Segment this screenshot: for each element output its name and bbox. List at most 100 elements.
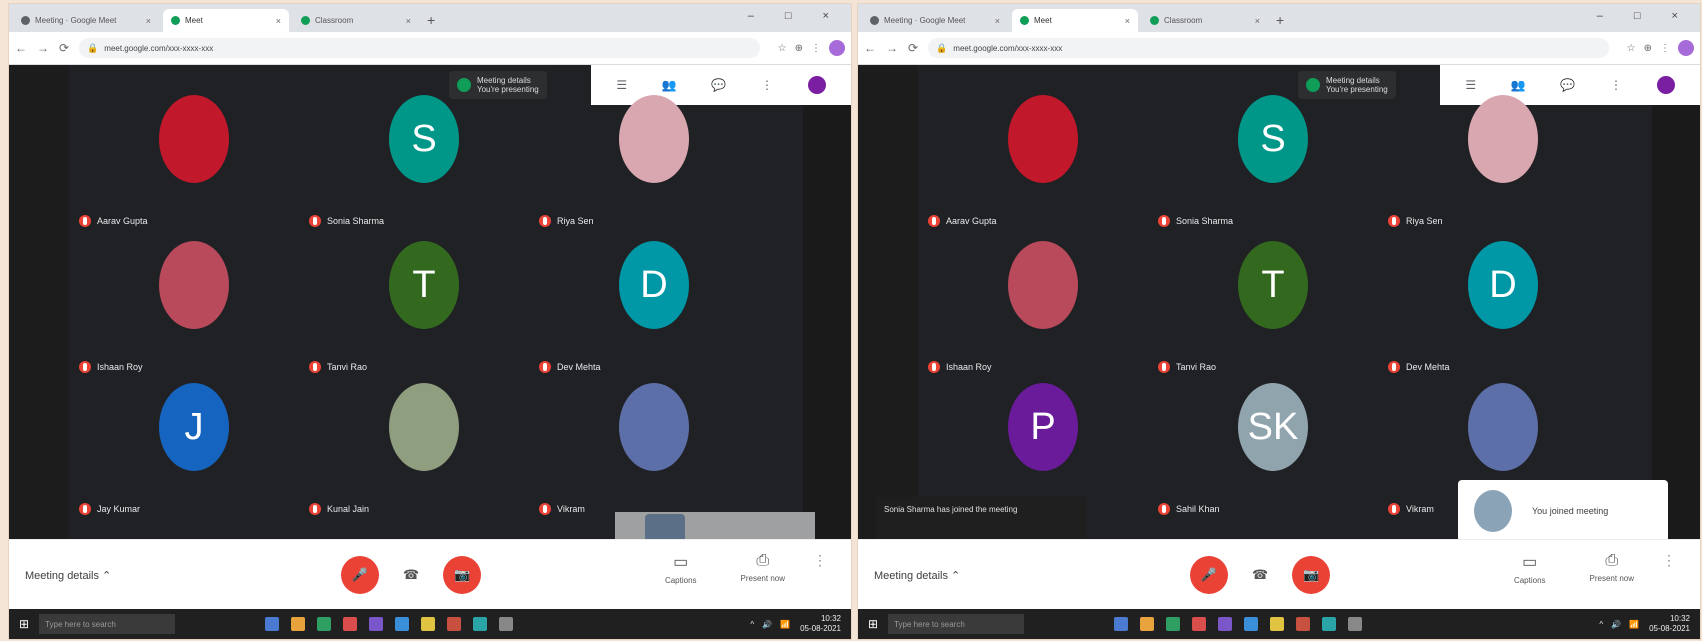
taskbar-app-icon[interactable] [291,617,306,631]
camera-toggle-button[interactable]: 📷 [1292,556,1331,594]
more-options-button[interactable]: ⋮ [1662,552,1676,569]
reload-icon[interactable]: ⟳ [908,41,918,55]
end-call-button[interactable]: ☎ [403,567,419,583]
tray-up-icon[interactable]: ^ [750,620,754,629]
captions-label: Captions [664,576,697,585]
forward-icon[interactable]: → [37,41,49,55]
present-button[interactable]: ⎙ Present now [741,552,785,583]
taskbar-app-icon[interactable] [1348,617,1363,631]
extensions-icon[interactable]: ⊕ [1644,43,1652,54]
bookmark-icon[interactable]: ☆ [1627,43,1636,54]
taskbar-app-icon[interactable] [1322,617,1337,631]
window-controls[interactable]: – □ × [748,10,843,22]
mic-toggle-button[interactable]: 🎤 [341,556,379,594]
close-icon[interactable]: × [266,16,281,26]
taskbar-app-icon[interactable] [317,617,332,631]
meeting-details-button[interactable]: Meeting details ⌃ [25,569,111,582]
participant-name: Sonia Sharma [327,216,385,226]
system-tray: ^ 🔊 📶 10:32 05-08-2021 [742,614,841,634]
browser-tab[interactable]: Meeting · Google Meet × [13,9,159,32]
volume-icon[interactable]: 🔊 [762,620,772,629]
new-tab-button[interactable]: + [427,12,435,28]
taskbar-app-icon[interactable] [447,617,462,631]
taskbar-app-icon[interactable] [1166,617,1181,631]
tray-up-icon[interactable]: ^ [1599,620,1603,629]
mic-off-icon [1388,503,1400,515]
taskbar-app-icon[interactable] [499,617,514,631]
captions-button[interactable]: ▭ Captions [665,552,697,585]
back-icon[interactable]: ← [864,41,876,55]
taskbar-app-icon[interactable] [1270,617,1285,631]
present-button[interactable]: ⎙ Present now [1590,552,1634,583]
participant-namebar: Sahil Khan [1158,503,1220,515]
forward-icon[interactable]: → [886,41,898,55]
profile-avatar[interactable] [1678,40,1694,56]
participant-name: Aarav Gupta [946,216,997,226]
taskbar-app-icon[interactable] [1192,617,1207,631]
tab-label: Classroom [1164,16,1203,25]
taskbar-app-icon[interactable] [343,617,358,631]
start-button[interactable]: ⊞ [868,617,878,631]
taskbar-app-icon[interactable] [369,617,384,631]
bookmark-icon[interactable]: ☆ [778,43,787,54]
meet-control-bar: Meeting details ⌃ 🎤 ☎ 📷 ▭ Captions ⎙ Present no… [858,539,1700,610]
browser-tab[interactable]: Classroom × [293,9,419,32]
more-options-button[interactable]: ⋮ [813,552,827,569]
taskbar-app-icon[interactable] [395,617,410,631]
clock[interactable]: 10:32 05-08-2021 [1649,614,1690,634]
wifi-icon[interactable]: 📶 [1629,620,1639,629]
taskbar-app-icon[interactable] [1114,617,1129,631]
reload-icon[interactable]: ⟳ [59,41,69,55]
taskbar-search[interactable]: Type here to search [888,614,1025,634]
browser-tab[interactable]: Meet × [163,9,289,32]
user-avatar[interactable] [807,76,826,94]
taskbar-app-icon[interactable] [473,617,488,631]
captions-button[interactable]: ▭ Captions [1514,552,1546,585]
window-controls[interactable]: – □ × [1597,10,1692,22]
address-bar[interactable]: 🔒 meet.google.com/xxx-xxxx-xxx [928,38,1609,58]
taskbar-app-icon[interactable] [265,617,280,631]
wifi-icon[interactable]: 📶 [780,620,790,629]
menu-icon[interactable]: ⋮ [1660,43,1670,54]
close-icon[interactable]: × [136,16,151,26]
join-card-text: You joined meeting [1532,506,1609,516]
close-icon[interactable]: × [1115,16,1130,26]
participant-namebar: Dev Mehta [1388,361,1450,373]
close-icon[interactable]: × [396,16,411,26]
profile-avatar[interactable] [829,40,845,56]
browser-tab[interactable]: Meeting · Google Meet × [862,9,1008,32]
new-tab-button[interactable]: + [1276,12,1284,28]
right-controls: ▭ Captions ⎙ Present now ⋮ [621,552,827,585]
taskbar-search[interactable]: Type here to search [39,614,176,634]
taskbar-app-icon[interactable] [1244,617,1259,631]
end-call-button[interactable]: ☎ [1252,567,1268,583]
taskbar-apps [1114,617,1374,631]
close-icon[interactable]: × [985,16,1000,26]
participant-avatar: D [619,241,689,329]
join-toast: Sonia Sharma has joined the meeting [876,497,1086,545]
browser-tab[interactable]: Meet × [1012,9,1138,32]
menu-icon[interactable]: ⋮ [811,43,821,54]
participant-namebar: Sonia Sharma [309,215,384,227]
participant-avatar [389,383,459,471]
participant-namebar: Jay Kumar [79,503,140,515]
extensions-icon[interactable]: ⊕ [795,43,803,54]
participant-tile: Ishaan Roy [79,231,309,381]
address-bar[interactable]: 🔒 meet.google.com/xxx-xxxx-xxx [79,38,760,58]
taskbar-app-icon[interactable] [1218,617,1233,631]
volume-icon[interactable]: 🔊 [1611,620,1621,629]
meeting-details-button[interactable]: Meeting details ⌃ [874,569,960,582]
meeting-info-line1: Meeting details [1326,76,1380,85]
taskbar-app-icon[interactable] [1140,617,1155,631]
camera-toggle-button[interactable]: 📷 [443,556,482,594]
back-icon[interactable]: ← [15,41,27,55]
close-icon[interactable]: × [1245,16,1260,26]
user-avatar[interactable] [1656,76,1675,94]
taskbar-app-icon[interactable] [421,617,436,631]
taskbar-app-icon[interactable] [1296,617,1311,631]
participant-namebar: Dev Mehta [539,361,601,373]
clock[interactable]: 10:32 05-08-2021 [800,614,841,634]
mic-toggle-button[interactable]: 🎤 [1190,556,1228,594]
start-button[interactable]: ⊞ [19,617,29,631]
browser-tab[interactable]: Classroom × [1142,9,1268,32]
